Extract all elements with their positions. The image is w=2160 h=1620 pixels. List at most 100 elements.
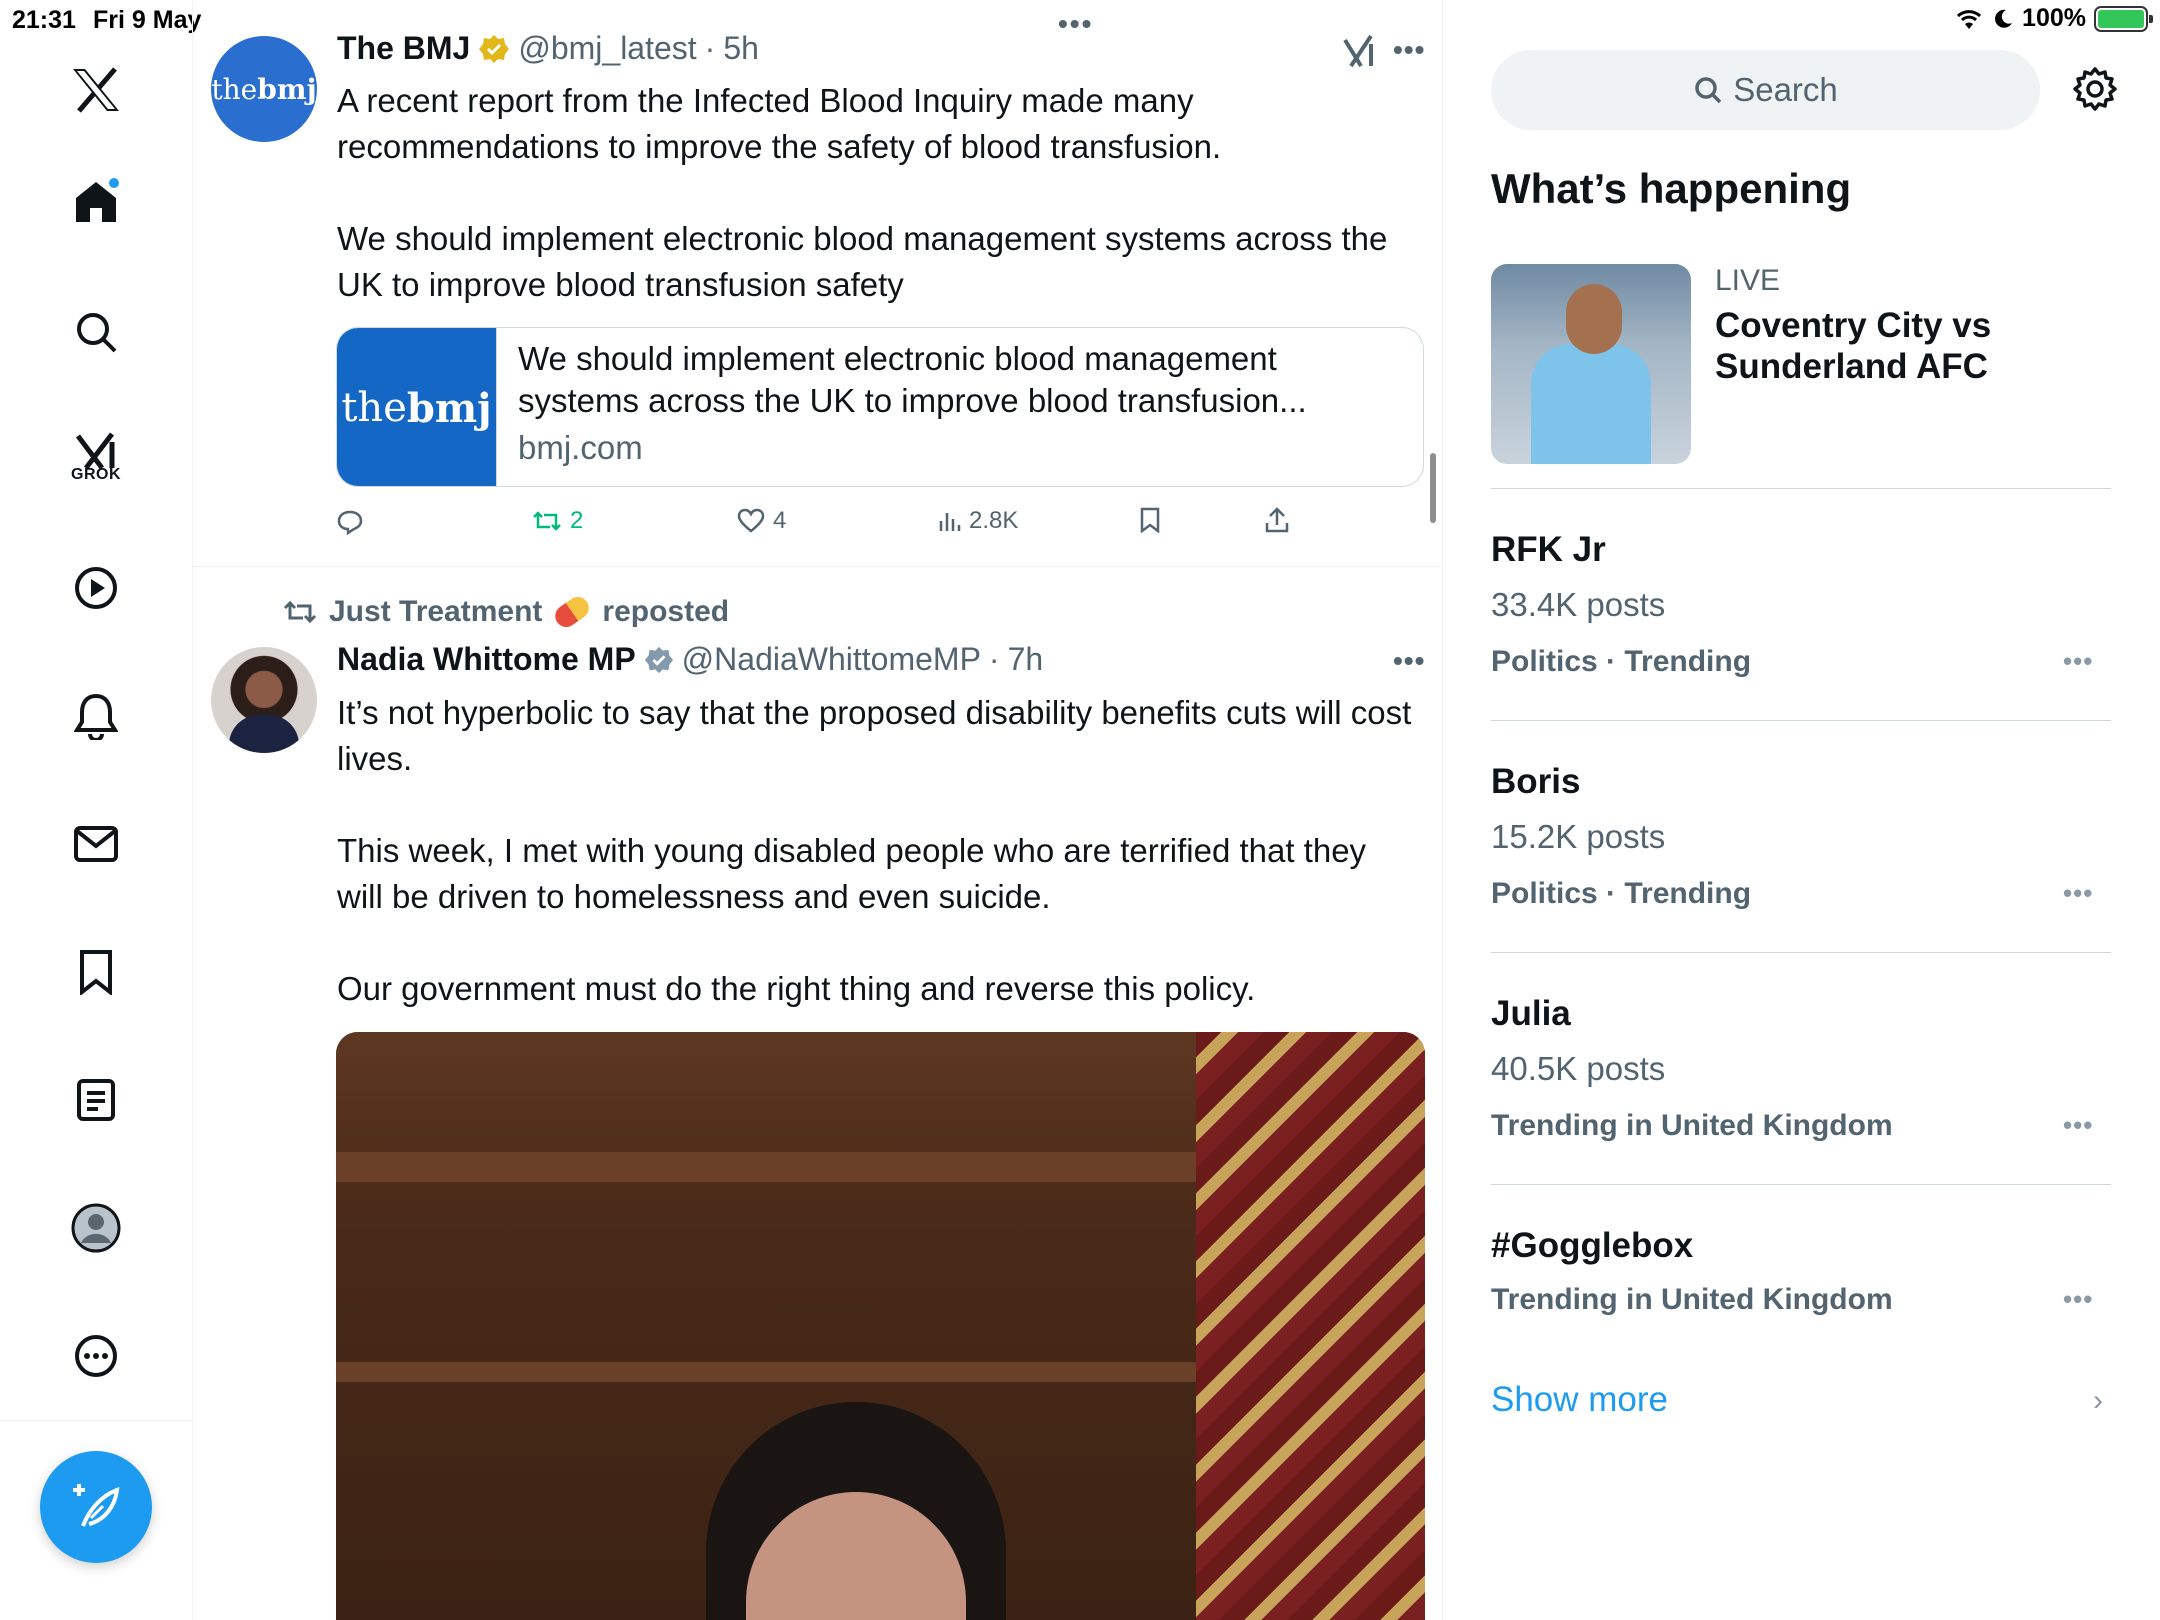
- bmj-avatar[interactable]: the bmj: [211, 36, 317, 142]
- more-options-icon[interactable]: [70, 1330, 122, 1382]
- repost-count: 2: [570, 507, 584, 534]
- trend-posts: 15.2K posts: [1491, 818, 1666, 855]
- grok-icon[interactable]: GROK: [70, 426, 122, 483]
- like-button[interactable]: 4: [737, 507, 786, 535]
- header-separator: ·: [988, 641, 1000, 677]
- live-event-image: [1491, 264, 1691, 464]
- tweet-more-icon[interactable]: •••: [1393, 645, 1425, 677]
- compose-feather-icon: [73, 1484, 120, 1527]
- trend-more-icon[interactable]: •••: [2063, 646, 2093, 677]
- left-nav: GROK: [0, 0, 193, 1620]
- tweet-text-p2: This week, I met with young disabled peo…: [337, 832, 1367, 915]
- search-placeholder: Search: [1733, 71, 1838, 108]
- tweet-time[interactable]: 7h: [1008, 641, 1044, 678]
- views-button[interactable]: 2.8K: [937, 507, 1018, 535]
- repost-suffix: reposted: [602, 595, 730, 628]
- trend-more-icon[interactable]: •••: [2063, 1284, 2093, 1315]
- compose-post-button[interactable]: [40, 1451, 152, 1563]
- trend-more-icon[interactable]: •••: [2063, 878, 2093, 909]
- link-card[interactable]: the bmj We should implement electronic bl…: [336, 327, 1424, 487]
- trend-divider: [1491, 720, 2111, 721]
- avatar-text-bmj: bmj: [257, 72, 317, 106]
- repost-context: Just Treatment reposted: [283, 592, 730, 632]
- section-title: What’s happening: [1491, 165, 1852, 212]
- search-icon: [1695, 77, 1722, 104]
- bookmark-icon: [1140, 507, 1160, 533]
- bookmarks-icon[interactable]: [70, 946, 122, 998]
- trend-context: Trending in United Kingdom: [1491, 1109, 1893, 1142]
- explore-search-icon[interactable]: [70, 306, 122, 358]
- trend-context: Politics · Trending: [1491, 877, 1752, 910]
- views-count: 2.8K: [969, 507, 1019, 534]
- author-handle[interactable]: @NadiaWhittomeMP: [682, 641, 981, 678]
- pill-emoji-icon: [551, 592, 594, 632]
- settings-gear-icon[interactable]: [2072, 66, 2118, 117]
- author-name[interactable]: The BMJ: [337, 30, 470, 67]
- x-logo-icon[interactable]: [70, 64, 122, 116]
- share-button[interactable]: [1265, 507, 1289, 533]
- trend-divider: [1491, 952, 2111, 953]
- tweet-video[interactable]: [336, 1032, 1425, 1620]
- timeline: the bmj The BMJ @bmj_latest · 5h ••• A re…: [193, 0, 1443, 1620]
- link-card-title: We should implement electronic blood man…: [518, 340, 1307, 419]
- tweet-text: A recent report from the Infected Blood …: [337, 78, 1417, 308]
- tweet-divider: [193, 566, 1443, 567]
- nadia-avatar[interactable]: [211, 647, 317, 753]
- tweet-text-p1: A recent report from the Infected Blood …: [337, 82, 1222, 165]
- verified-gold-badge-icon: [479, 34, 510, 63]
- tweet-text-p2: We should implement electronic blood man…: [337, 220, 1388, 303]
- live-title: Coventry City vs Sunderland AFC: [1715, 306, 1992, 386]
- tweet-header: Nadia Whittome MP @NadiaWhittomeMP · 7h: [337, 641, 1043, 678]
- grok-explain-icon[interactable]: [1341, 34, 1377, 70]
- lists-icon[interactable]: [70, 1074, 122, 1126]
- link-card-image: the bmj: [337, 328, 497, 486]
- card-img-text-bmj: bmj: [406, 384, 492, 432]
- heart-icon: [737, 508, 765, 533]
- grok-label: GROK: [71, 466, 121, 483]
- chevron-right-icon[interactable]: ›: [2093, 1384, 2103, 1418]
- trend-more-icon[interactable]: •••: [2063, 1110, 2093, 1141]
- live-label: LIVE: [1715, 264, 1781, 297]
- repost-context-icon: [283, 600, 317, 624]
- trend-name: Boris: [1491, 762, 1581, 801]
- tweet-more-icon[interactable]: •••: [1393, 34, 1425, 66]
- home-icon[interactable]: [70, 176, 122, 228]
- tweet-text-p1: It’s not hyperbolic to say that the prop…: [337, 694, 1412, 777]
- messages-envelope-icon[interactable]: [70, 818, 122, 870]
- search-input[interactable]: Search: [1491, 50, 2040, 130]
- reply-button[interactable]: [337, 509, 371, 535]
- trend-divider: [1491, 488, 2111, 489]
- author-handle[interactable]: @bmj_latest: [518, 30, 696, 67]
- share-icon: [1265, 507, 1289, 533]
- header-separator: ·: [704, 30, 716, 66]
- trend-posts: 33.4K posts: [1491, 586, 1666, 623]
- nav-divider: [0, 1420, 193, 1421]
- views-chart-icon: [939, 513, 961, 531]
- repost-by-name[interactable]: Just Treatment: [329, 595, 542, 629]
- tweet-time[interactable]: 5h: [723, 30, 759, 67]
- timeline-scrollbar[interactable]: [1430, 453, 1436, 523]
- author-name[interactable]: Nadia Whittome MP: [337, 641, 636, 678]
- trend-divider: [1491, 1184, 2111, 1185]
- trend-name: Julia: [1491, 994, 1571, 1033]
- trend-context: Trending in United Kingdom: [1491, 1283, 1893, 1316]
- bookmark-button[interactable]: [1139, 507, 1161, 533]
- notifications-bell-icon[interactable]: [70, 690, 122, 742]
- verified-grey-badge-icon: [644, 646, 673, 673]
- tweet-text: It’s not hyperbolic to say that the prop…: [337, 690, 1417, 1012]
- trend-context: Politics · Trending: [1491, 645, 1752, 678]
- tweet-actions: 2 4 2.8K: [337, 505, 1417, 541]
- repost-button[interactable]: 2: [532, 507, 583, 535]
- tweet-text-p3: Our government must do the right thing a…: [337, 970, 1256, 1007]
- repost-icon: [533, 511, 561, 531]
- reply-icon: [337, 510, 363, 535]
- trend-posts: 40.5K posts: [1491, 1050, 1666, 1087]
- avatar-text-the: the: [211, 72, 258, 106]
- trend-name: RFK Jr: [1491, 530, 1606, 569]
- right-sidebar: Search What’s happening LIVE Coventry Ci…: [1443, 0, 2160, 1620]
- show-more-link[interactable]: Show more: [1491, 1380, 1668, 1420]
- card-img-text-the: the: [341, 385, 407, 431]
- profile-avatar-icon[interactable]: [70, 1202, 122, 1254]
- video-play-icon[interactable]: [70, 562, 122, 614]
- trend-name: #Gogglebox: [1491, 1226, 1694, 1265]
